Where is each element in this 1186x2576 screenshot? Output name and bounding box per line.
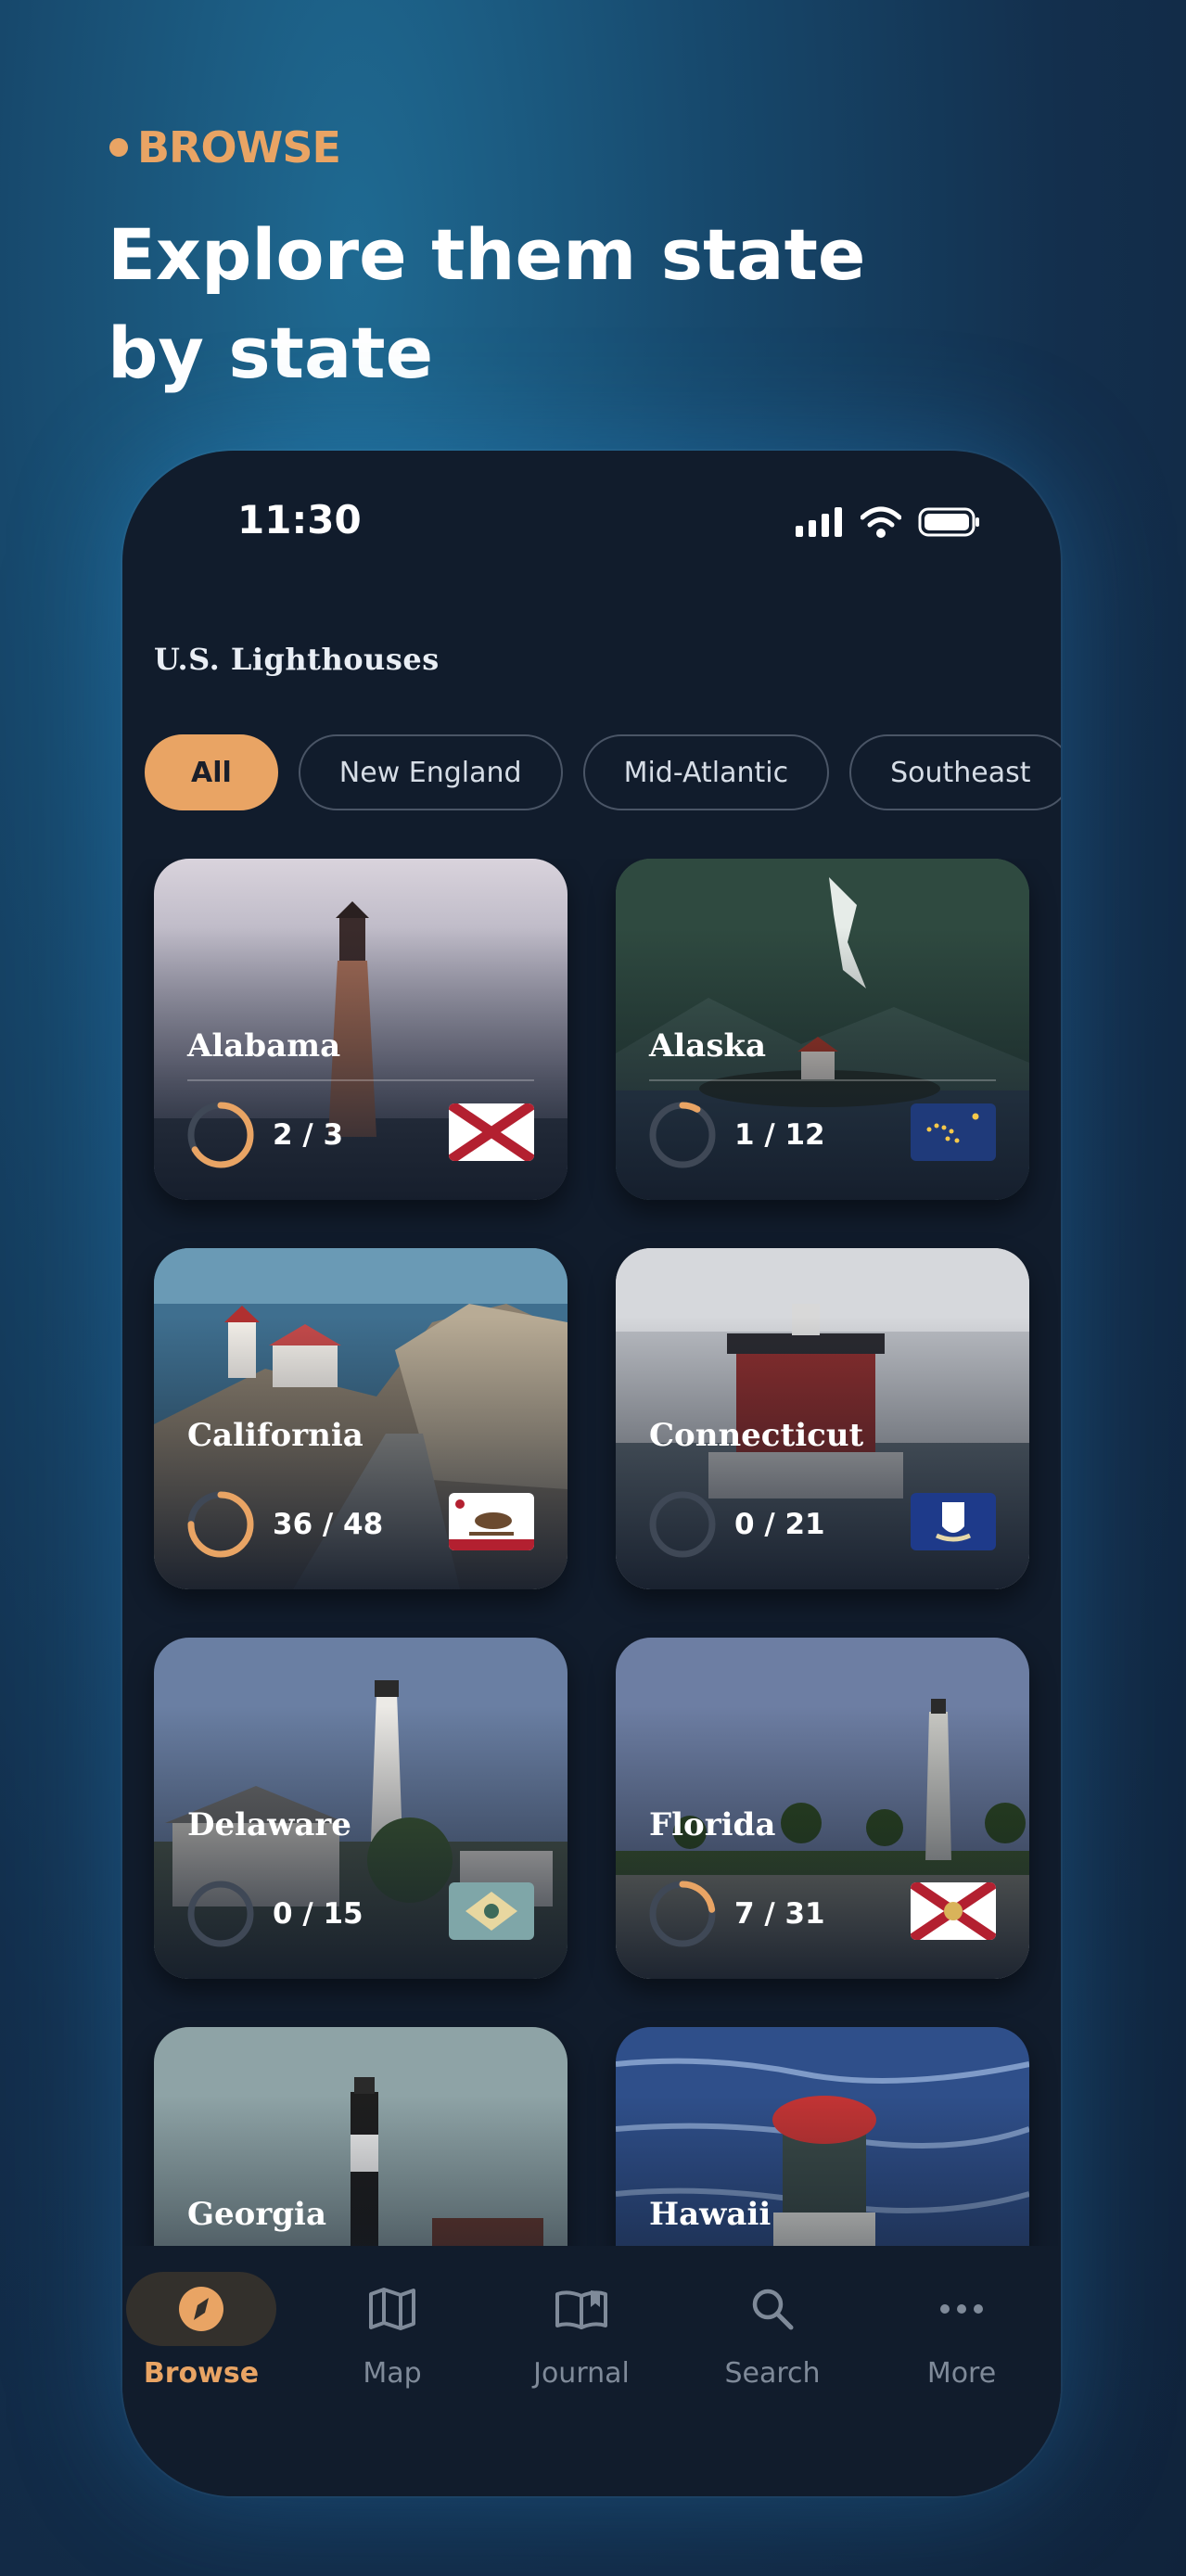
tab-browse-label: Browse bbox=[143, 2357, 260, 2390]
visited-count: 1 / 12 bbox=[734, 1118, 825, 1152]
tab-browse[interactable]: Browse bbox=[122, 2272, 289, 2390]
state-name: Georgia bbox=[187, 2196, 326, 2233]
region-filter-chips: All New England Mid-Atlantic Southeast bbox=[145, 734, 1061, 810]
state-name: Florida bbox=[649, 1806, 776, 1843]
alabama-flag-icon bbox=[449, 1103, 534, 1161]
tab-bar: Browse Map Journal Search More bbox=[122, 2246, 1061, 2496]
progress-ring bbox=[187, 1491, 254, 1558]
tab-more[interactable]: More bbox=[874, 2272, 1050, 2390]
map-icon bbox=[369, 2288, 415, 2330]
california-flag-icon bbox=[449, 1493, 534, 1550]
state-card-alabama[interactable]: Alabama 2 / 3 bbox=[154, 859, 567, 1200]
tab-map-label: Map bbox=[363, 2357, 422, 2390]
state-grid: Alabama 2 / 3 Alaska 1 / 12 California 3… bbox=[122, 859, 1061, 2246]
visited-count: 2 / 3 bbox=[273, 1118, 344, 1152]
more-icon bbox=[940, 2304, 983, 2314]
state-name: Hawaii bbox=[649, 2196, 772, 2233]
card-divider bbox=[187, 1079, 534, 1081]
state-name: Connecticut bbox=[649, 1417, 864, 1454]
tab-map-icon-wrap bbox=[317, 2272, 467, 2346]
progress-ring bbox=[649, 1491, 716, 1558]
visited-count: 0 / 21 bbox=[734, 1508, 825, 1541]
wifi-icon bbox=[861, 506, 901, 538]
visited-count: 36 / 48 bbox=[273, 1508, 384, 1541]
card-divider bbox=[649, 1079, 996, 1081]
phone-frame: 11:30 U.S. Lighthouses All New England M… bbox=[122, 451, 1061, 2496]
tab-search-icon-wrap bbox=[697, 2272, 848, 2346]
progress-ring bbox=[649, 1881, 716, 1947]
filter-chip-new-england[interactable]: New England bbox=[298, 734, 563, 810]
visited-count: 7 / 31 bbox=[734, 1897, 825, 1931]
delaware-flag-icon bbox=[449, 1882, 534, 1940]
promo-headline: Explore them state by state bbox=[108, 213, 866, 394]
filter-chip-all[interactable]: All bbox=[145, 734, 278, 810]
florida-flag-icon bbox=[911, 1882, 996, 1940]
state-name: Delaware bbox=[187, 1806, 351, 1843]
state-card-connecticut[interactable]: Connecticut 0 / 21 bbox=[616, 1248, 1029, 1589]
app-title: U.S. Lighthouses bbox=[154, 642, 440, 677]
eyebrow-label: BROWSE bbox=[137, 122, 341, 172]
status-time: 11:30 bbox=[237, 497, 362, 542]
tab-journal-icon-wrap bbox=[506, 2272, 657, 2346]
state-card-florida[interactable]: Florida 7 / 31 bbox=[616, 1638, 1029, 1979]
search-icon bbox=[752, 2289, 794, 2330]
progress-ring bbox=[649, 1102, 716, 1168]
section-eyebrow: BROWSE bbox=[109, 122, 341, 172]
book-icon bbox=[555, 2290, 607, 2329]
state-name: Alaska bbox=[649, 1027, 767, 1065]
filter-chip-southeast[interactable]: Southeast bbox=[849, 734, 1061, 810]
connecticut-flag-icon bbox=[911, 1493, 996, 1550]
compass-icon bbox=[179, 2287, 223, 2331]
tab-more-label: More bbox=[926, 2357, 997, 2390]
state-card-alaska[interactable]: Alaska 1 / 12 bbox=[616, 859, 1029, 1200]
tab-journal[interactable]: Journal bbox=[493, 2272, 670, 2390]
battery-icon bbox=[918, 507, 979, 537]
tab-more-icon-wrap bbox=[886, 2272, 1037, 2346]
state-name: Alabama bbox=[187, 1027, 341, 1065]
tab-search-label: Search bbox=[724, 2357, 821, 2390]
tab-search[interactable]: Search bbox=[684, 2272, 861, 2390]
eyebrow-dot bbox=[109, 138, 128, 157]
tab-map[interactable]: Map bbox=[304, 2272, 480, 2390]
visited-count: 0 / 15 bbox=[273, 1897, 363, 1931]
state-card-georgia[interactable]: Georgia bbox=[154, 2027, 567, 2246]
filter-chip-mid-atlantic[interactable]: Mid-Atlantic bbox=[582, 734, 830, 810]
signal-icon bbox=[796, 507, 842, 537]
status-icons bbox=[796, 506, 981, 538]
state-card-delaware[interactable]: Delaware 0 / 15 bbox=[154, 1638, 567, 1979]
progress-ring bbox=[187, 1102, 254, 1168]
tab-journal-label: Journal bbox=[533, 2357, 630, 2390]
state-name: California bbox=[187, 1417, 363, 1454]
tab-browse-highlight bbox=[126, 2272, 276, 2346]
state-card-california[interactable]: California 36 / 48 bbox=[154, 1248, 567, 1589]
state-card-hawaii[interactable]: Hawaii bbox=[616, 2027, 1029, 2246]
alaska-flag-icon bbox=[911, 1103, 996, 1161]
progress-ring bbox=[187, 1881, 254, 1947]
